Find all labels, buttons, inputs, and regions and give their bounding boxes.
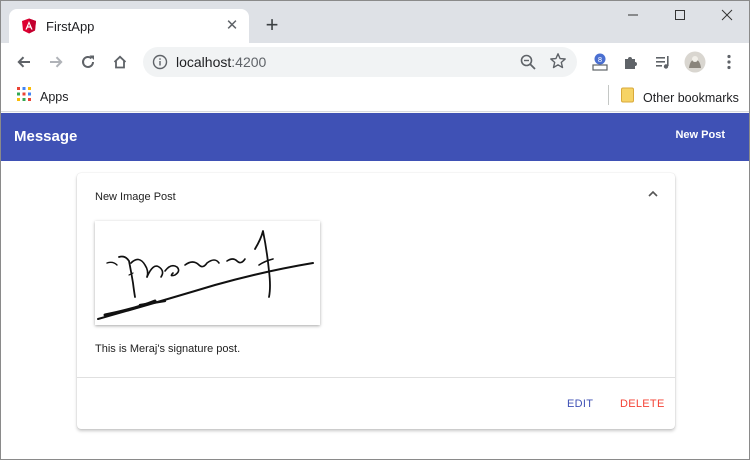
apps-shortcut[interactable]: Apps — [17, 87, 69, 106]
folder-icon — [621, 87, 634, 108]
url-text: localhost:4200 — [176, 54, 267, 70]
maximize-icon[interactable] — [665, 5, 695, 27]
other-bookmarks-label: Other bookmarks — [643, 90, 739, 105]
post-title: New Image Post — [95, 191, 176, 203]
tab-firstapp[interactable]: FirstApp ✕ — [9, 9, 249, 43]
new-post-link[interactable]: New Post — [675, 129, 725, 141]
signature-drawing — [97, 230, 314, 320]
panel-divider — [77, 377, 675, 378]
forward-icon[interactable] — [43, 49, 69, 75]
address-bar[interactable]: localhost:4200 — [143, 47, 577, 77]
post-body: This is Meraj's signature post. — [95, 343, 241, 355]
apps-grid-icon — [17, 87, 31, 106]
app-header: Message New Post — [1, 113, 749, 161]
extensions-puzzle-icon[interactable] — [620, 51, 642, 73]
svg-text:8: 8 — [598, 56, 602, 64]
bookmarks-divider — [608, 85, 609, 105]
window-close-icon[interactable] — [712, 5, 742, 27]
reload-icon[interactable] — [75, 49, 101, 75]
tab-title: FirstApp — [46, 19, 95, 34]
main-content: New Image Post This is Meraj's signature… — [1, 161, 749, 459]
browser-window: FirstApp ✕ + localhost:4200 8 Apps Other… — [0, 0, 750, 460]
tab-strip: FirstApp ✕ + — [1, 1, 749, 43]
extension-badge-icon[interactable]: 8 — [589, 51, 611, 73]
app-title[interactable]: Message — [14, 128, 77, 145]
profile-avatar[interactable] — [684, 51, 706, 73]
delete-button[interactable]: DELETE — [620, 398, 665, 410]
edit-button[interactable]: EDIT — [567, 398, 593, 410]
browser-toolbar: localhost:4200 8 — [1, 43, 749, 81]
new-tab-icon[interactable]: + — [260, 14, 284, 38]
menu-icon[interactable] — [718, 51, 740, 73]
bookmarks-bar: Apps Other bookmarks — [1, 81, 749, 112]
info-icon[interactable] — [152, 54, 168, 75]
home-icon[interactable] — [107, 49, 133, 75]
angular-icon — [21, 18, 37, 34]
close-icon[interactable]: ✕ — [223, 17, 241, 35]
post-image — [95, 221, 320, 325]
back-icon[interactable] — [11, 49, 37, 75]
media-queue-icon[interactable] — [652, 51, 674, 73]
zoom-icon[interactable] — [519, 53, 537, 76]
post-panel-header[interactable]: New Image Post — [77, 173, 675, 221]
post-panel: New Image Post This is Meraj's signature… — [77, 173, 675, 429]
apps-label: Apps — [40, 89, 69, 104]
other-bookmarks[interactable]: Other bookmarks — [621, 87, 739, 108]
minimize-icon[interactable] — [618, 5, 648, 27]
star-icon[interactable] — [549, 52, 567, 75]
chevron-up-icon[interactable] — [647, 187, 659, 205]
